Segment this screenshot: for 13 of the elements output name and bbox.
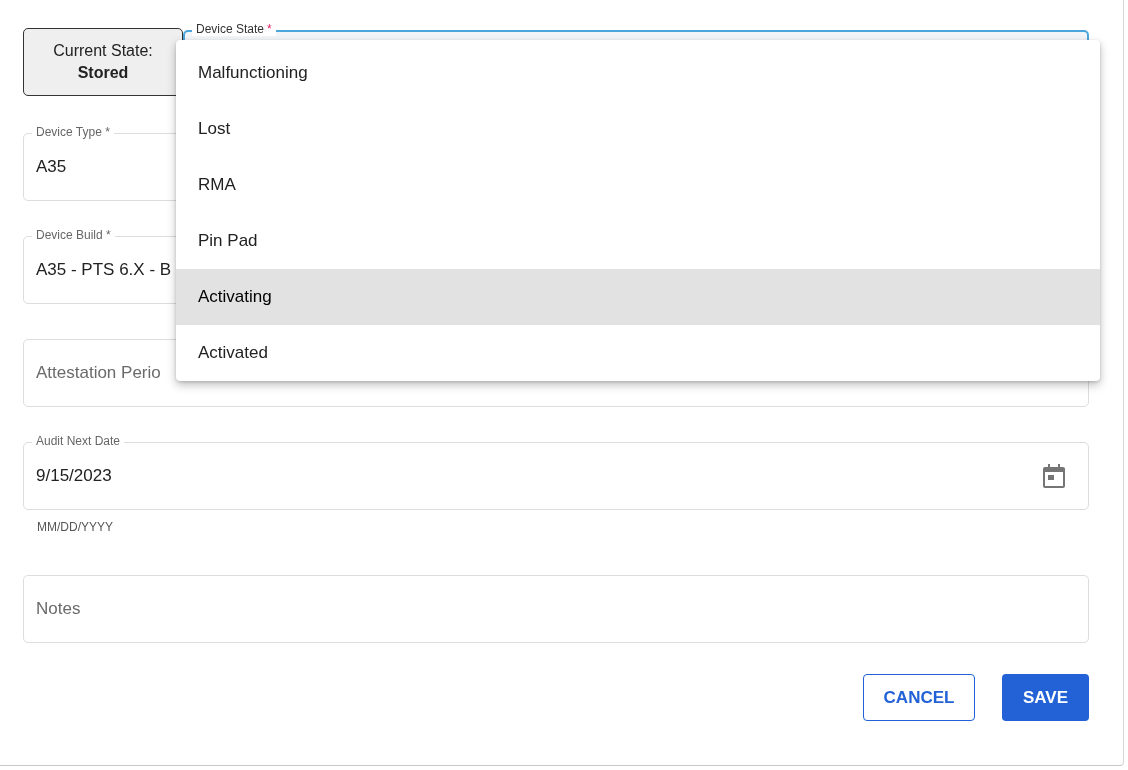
field-value: A35 - PTS 6.X - B xyxy=(36,260,172,280)
placeholder-text: Notes xyxy=(36,599,81,619)
placeholder-text: Attestation Perio xyxy=(36,363,161,383)
field-label: Device State xyxy=(196,22,265,36)
current-state-value: Stored xyxy=(77,64,129,82)
current-state-label: Current State: xyxy=(53,42,153,60)
field-label: Device Type * xyxy=(32,125,114,139)
field-value: A35 xyxy=(36,157,67,177)
helper-text: MM/DD/YYYY xyxy=(36,519,114,534)
required-mark: * xyxy=(267,22,272,36)
field-label: Audit Next Date xyxy=(32,434,125,448)
field-label: Device Build * xyxy=(32,228,115,242)
field-value: 9/15/2023 xyxy=(36,466,112,486)
